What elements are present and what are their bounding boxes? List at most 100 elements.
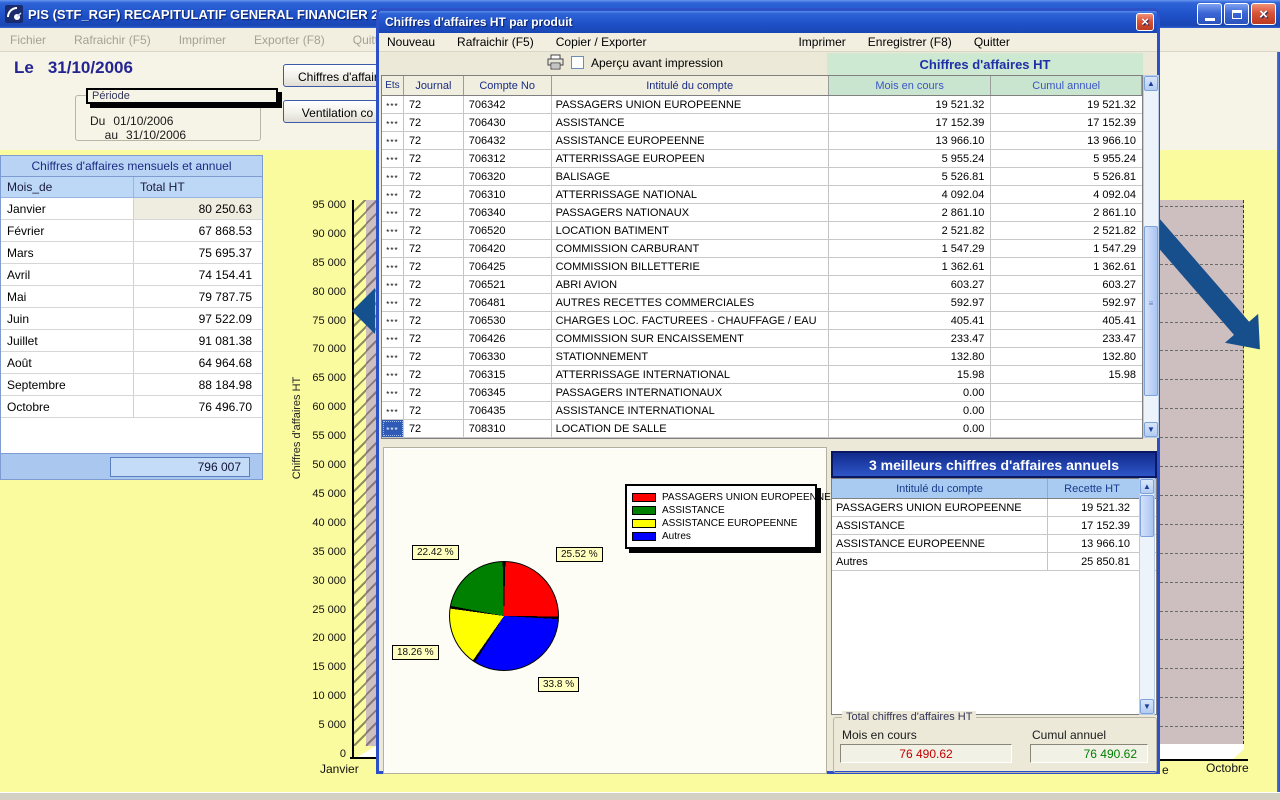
product-row[interactable]: ***72706425COMMISSION BILLETTERIE1 362.6… bbox=[382, 258, 1142, 276]
monthly-row[interactable]: Août64 964.68 bbox=[1, 352, 262, 374]
monthly-row[interactable]: Juillet91 081.38 bbox=[1, 330, 262, 352]
menu-item-exporter-f8[interactable]: Exporter (F8) bbox=[254, 33, 325, 47]
gridline bbox=[1160, 466, 1243, 467]
best3-row[interactable]: PASSAGERS UNION EUROPEENNE19 521.32 bbox=[832, 499, 1156, 517]
ets-cell: *** bbox=[382, 348, 404, 365]
product-row[interactable]: ***72706342PASSAGERS UNION EUROPEENNE19 … bbox=[382, 96, 1142, 114]
total-ht-cell: 79 787.75 bbox=[134, 286, 262, 307]
gridline bbox=[1160, 408, 1243, 409]
monthly-row[interactable]: Octobre76 496.70 bbox=[1, 396, 262, 418]
scroll-thumb[interactable] bbox=[1140, 495, 1154, 537]
scroll-down-button[interactable]: ▼ bbox=[1144, 422, 1158, 437]
gridline bbox=[1160, 697, 1243, 698]
dialog-close-button[interactable]: × bbox=[1136, 13, 1154, 31]
close-button[interactable]: × bbox=[1251, 3, 1276, 25]
product-row[interactable]: ***72706521ABRI AVION603.27603.27 bbox=[382, 276, 1142, 294]
monthly-total-bar: 796 007 bbox=[1, 453, 262, 479]
dialog-menu-imprimer[interactable]: Imprimer bbox=[798, 35, 845, 49]
month-cell: Juillet bbox=[1, 330, 134, 351]
product-row[interactable]: ***72706315ATTERRISSAGE INTERNATIONAL15.… bbox=[382, 366, 1142, 384]
pie-legend: PASSAGERS UNION EUROPEENNEASSISTANCEASSI… bbox=[625, 484, 817, 549]
product-row[interactable]: ***72706435ASSISTANCE INTERNATIONAL0.00 bbox=[382, 402, 1142, 420]
dialog-title: Chiffres d'affaires HT par produit bbox=[385, 15, 573, 29]
product-row[interactable]: ***72706481AUTRES RECETTES COMMERCIALES5… bbox=[382, 294, 1142, 312]
intitule-cell: ASSISTANCE EUROPEENNE bbox=[552, 132, 829, 149]
dialog-menu-quitter[interactable]: Quitter bbox=[974, 35, 1010, 49]
compte-no-cell: 706435 bbox=[464, 402, 552, 419]
compte-no-cell: 708310 bbox=[464, 420, 552, 437]
dialog-menu-nouveau[interactable]: Nouveau bbox=[387, 35, 435, 49]
printer-icon bbox=[547, 54, 564, 70]
product-row[interactable]: ***72706320BALISAGE5 526.815 526.81 bbox=[382, 168, 1142, 186]
product-row[interactable]: ***72706530CHARGES LOC. FACTUREES - CHAU… bbox=[382, 312, 1142, 330]
product-row[interactable]: ***72706430ASSISTANCE17 152.3917 152.39 bbox=[382, 114, 1142, 132]
du-label: Du bbox=[90, 114, 105, 128]
monthly-row[interactable]: Septembre88 184.98 bbox=[1, 374, 262, 396]
product-row[interactable]: ***72708310LOCATION DE SALLE0.00 bbox=[382, 420, 1142, 438]
monthly-row[interactable]: Juin97 522.09 bbox=[1, 308, 262, 330]
menu-item-fichier[interactable]: Fichier bbox=[10, 33, 46, 47]
compte-no-cell: 706320 bbox=[464, 168, 552, 185]
chiffres-affaires-button[interactable]: Chiffres d'affaire bbox=[283, 64, 378, 87]
journal-cell: 72 bbox=[404, 132, 464, 149]
ventilation-button[interactable]: Ventilation co bbox=[283, 100, 378, 123]
best3-row[interactable]: ASSISTANCE17 152.39 bbox=[832, 517, 1156, 535]
product-row[interactable]: ***72706330STATIONNEMENT132.80132.80 bbox=[382, 348, 1142, 366]
y-tick-label: 5 000 bbox=[290, 719, 346, 731]
compte-no-cell: 706330 bbox=[464, 348, 552, 365]
apercu-checkbox[interactable] bbox=[571, 56, 584, 69]
best3-row[interactable]: Autres25 850.81 bbox=[832, 553, 1156, 571]
ets-cell: *** bbox=[382, 420, 404, 437]
monthly-row[interactable]: Mai79 787.75 bbox=[1, 286, 262, 308]
scroll-down-button[interactable]: ▼ bbox=[1140, 699, 1154, 714]
monthly-row[interactable]: Février67 868.53 bbox=[1, 220, 262, 242]
restore-button[interactable] bbox=[1224, 3, 1249, 25]
monthly-total-value: 796 007 bbox=[110, 457, 250, 477]
scroll-thumb[interactable]: ≡ bbox=[1144, 226, 1158, 396]
best3-recette-cell: 17 152.39 bbox=[1048, 517, 1136, 534]
product-grid-scrollbar[interactable]: ▲ ≡ ▼ bbox=[1143, 75, 1159, 438]
menu-item-rafraichir-f5[interactable]: Rafraichir (F5) bbox=[74, 33, 151, 47]
product-row[interactable]: ***72706340PASSAGERS NATIONAUX2 861.102 … bbox=[382, 204, 1142, 222]
dialog-menu-rafraichir-f5[interactable]: Rafraichir (F5) bbox=[457, 35, 534, 49]
au-label: au bbox=[105, 128, 118, 142]
intitule-cell: ABRI AVION bbox=[552, 276, 829, 293]
scroll-up-button[interactable]: ▲ bbox=[1144, 76, 1158, 91]
menu-item-imprimer[interactable]: Imprimer bbox=[179, 33, 226, 47]
minimize-button[interactable] bbox=[1197, 3, 1222, 25]
compte-no-cell: 706425 bbox=[464, 258, 552, 275]
best3-recette-cell: 19 521.32 bbox=[1048, 499, 1136, 516]
col-cumul-annuel: Cumul annuel bbox=[991, 76, 1142, 95]
monthly-row[interactable]: Mars75 695.37 bbox=[1, 242, 262, 264]
y-tick-label: 50 000 bbox=[290, 459, 346, 471]
journal-cell: 72 bbox=[404, 366, 464, 383]
scroll-up-button[interactable]: ▲ bbox=[1140, 479, 1154, 494]
thumb-grip: ≡ bbox=[1149, 299, 1154, 308]
best3-row[interactable]: ASSISTANCE EUROPEENNE13 966.10 bbox=[832, 535, 1156, 553]
best3-rows: PASSAGERS UNION EUROPEENNE19 521.32ASSIS… bbox=[832, 499, 1156, 571]
product-row[interactable]: ***72706345PASSAGERS INTERNATIONAUX0.00 bbox=[382, 384, 1142, 402]
dialog-menu-enregistrer-f8[interactable]: Enregistrer (F8) bbox=[868, 35, 952, 49]
legend-label: ASSISTANCE bbox=[662, 505, 725, 516]
close-icon: × bbox=[1141, 14, 1149, 29]
ets-cell: *** bbox=[382, 330, 404, 347]
monthly-col-total: Total HT bbox=[134, 177, 262, 197]
monthly-row[interactable]: Avril74 154.41 bbox=[1, 264, 262, 286]
product-row[interactable]: ***72706432ASSISTANCE EUROPEENNE13 966.1… bbox=[382, 132, 1142, 150]
total-ht-cell: 97 522.09 bbox=[134, 308, 262, 329]
product-row[interactable]: ***72706312ATTERRISSAGE EUROPEEN5 955.24… bbox=[382, 150, 1142, 168]
month-cell: Mai bbox=[1, 286, 134, 307]
legend-item: PASSAGERS UNION EUROPEENNE bbox=[632, 491, 810, 503]
product-row[interactable]: ***72706426COMMISSION SUR ENCAISSEMENT23… bbox=[382, 330, 1142, 348]
cumul-annuel-cell: 233.47 bbox=[991, 330, 1142, 347]
ets-cell: *** bbox=[382, 276, 404, 293]
monthly-row[interactable]: Janvier80 250.63 bbox=[1, 198, 262, 220]
product-row[interactable]: ***72706420COMMISSION CARBURANT1 547.291… bbox=[382, 240, 1142, 258]
best3-scrollbar[interactable]: ▲ ▼ bbox=[1139, 478, 1155, 715]
dialog-menu-copier-exporter[interactable]: Copier / Exporter bbox=[556, 35, 647, 49]
ets-cell: *** bbox=[382, 204, 404, 221]
intitule-cell: PASSAGERS UNION EUROPEENNE bbox=[552, 96, 829, 113]
col-compte-no: Compte No bbox=[464, 76, 552, 95]
product-row[interactable]: ***72706520LOCATION BATIMENT2 521.822 52… bbox=[382, 222, 1142, 240]
product-row[interactable]: ***72706310ATTERRISSAGE NATIONAL4 092.04… bbox=[382, 186, 1142, 204]
